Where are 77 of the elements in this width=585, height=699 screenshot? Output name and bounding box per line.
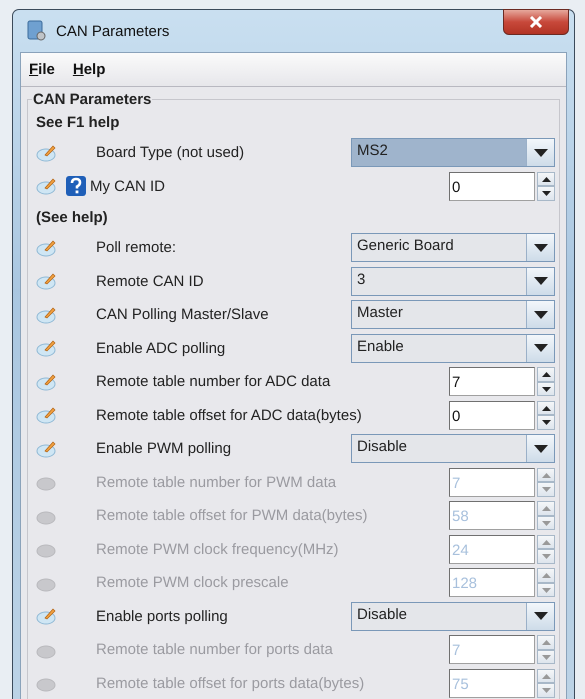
up-arrow-icon [542, 406, 550, 410]
edit-bubble-icon [36, 304, 58, 325]
up-arrow-icon [542, 540, 550, 544]
down-arrow-icon [542, 588, 550, 592]
dropdown[interactable]: Generic Board [351, 233, 555, 262]
help-icon[interactable] [66, 175, 86, 198]
down-arrow-icon [542, 688, 550, 693]
dropdown[interactable]: Master [351, 300, 555, 330]
up-arrow-icon [542, 176, 550, 182]
up-arrow-icon [542, 472, 550, 478]
field-label: Enable ADC polling [96, 340, 226, 357]
down-arrow-icon [542, 520, 550, 526]
edit-bubble-icon [36, 176, 58, 196]
up-arrow-icon [542, 372, 550, 377]
down-arrow-icon [542, 191, 550, 196]
caret-icon [534, 310, 548, 319]
caret-icon [534, 612, 548, 620]
caret-icon [534, 444, 548, 453]
down-arrow-icon [542, 487, 550, 492]
edit-bubble-icon [36, 142, 58, 163]
close-button[interactable] [503, 9, 569, 35]
field-label: Remote table offset for ADC data(bytes) [96, 406, 362, 424]
field-label: Remote table offset for PWM data(bytes) [96, 507, 368, 524]
increment-button[interactable] [537, 400, 555, 416]
field-label: My CAN ID [90, 178, 165, 195]
field-label: Remote PWM clock prescale [96, 574, 289, 592]
field-label: Enable ports polling [96, 608, 228, 625]
menu-item[interactable]: File [29, 61, 55, 78]
down-arrow-icon [542, 420, 550, 425]
field-label: Enable PWM polling [96, 440, 232, 458]
decrement-button[interactable] [537, 186, 555, 201]
dropdown[interactable]: Disable [351, 434, 555, 464]
group-title: CAN Parameters [32, 91, 152, 108]
decrement-button[interactable] [537, 382, 555, 396]
edit-bubble-icon [36, 405, 58, 426]
dropdown[interactable]: 3 [351, 266, 555, 296]
up-arrow-icon [542, 506, 550, 511]
caret-icon [534, 277, 548, 286]
edit-bubble-icon [36, 438, 58, 459]
section-heading: (See help) [36, 208, 109, 228]
field-label: Remote table number for ports data [96, 641, 333, 658]
decrement-button[interactable] [537, 415, 555, 430]
down-arrow-icon [542, 554, 550, 559]
up-arrow-icon [542, 573, 550, 578]
caret-icon [534, 344, 548, 352]
number-field[interactable]: 0 [449, 400, 535, 430]
dropdown[interactable]: MS2 [351, 138, 555, 168]
close-icon [529, 16, 543, 28]
dropdown[interactable]: Disable [351, 602, 555, 631]
field-label: Remote PWM clock frequency(MHz) [96, 540, 339, 558]
window-title: CAN Parameters [56, 22, 170, 40]
field-label: Board Type (not used) [96, 144, 244, 162]
field-label: Remote CAN ID [96, 272, 204, 290]
edit-bubble-icon [36, 372, 58, 392]
menu-item[interactable]: Help [72, 61, 106, 78]
down-arrow-icon [542, 386, 550, 392]
number-field[interactable]: 7 [449, 367, 535, 396]
edit-bubble-icon [36, 338, 58, 358]
caret-icon [534, 148, 548, 157]
edit-bubble-icon [36, 238, 58, 258]
up-arrow-icon [542, 640, 550, 645]
number-field[interactable]: 0 [449, 172, 535, 201]
field-label: CAN Polling Master/Slave [96, 306, 269, 324]
up-arrow-icon [542, 674, 550, 678]
section-heading: See F1 help [36, 112, 120, 132]
caret-icon [534, 244, 548, 252]
field-label: Remote table number for ADC data [96, 373, 330, 390]
app-icon [26, 20, 48, 42]
down-arrow-icon [542, 654, 550, 660]
edit-bubble-icon [36, 606, 58, 626]
field-label: Remote table offset for ports data(bytes) [96, 674, 364, 692]
increment-button[interactable] [537, 172, 555, 186]
field-label: Poll remote: [96, 239, 176, 256]
field-label: Remote table number for PWM data [96, 474, 336, 491]
edit-bubble-icon [36, 271, 58, 292]
increment-button[interactable] [537, 367, 555, 382]
dropdown[interactable]: Enable [351, 334, 555, 363]
